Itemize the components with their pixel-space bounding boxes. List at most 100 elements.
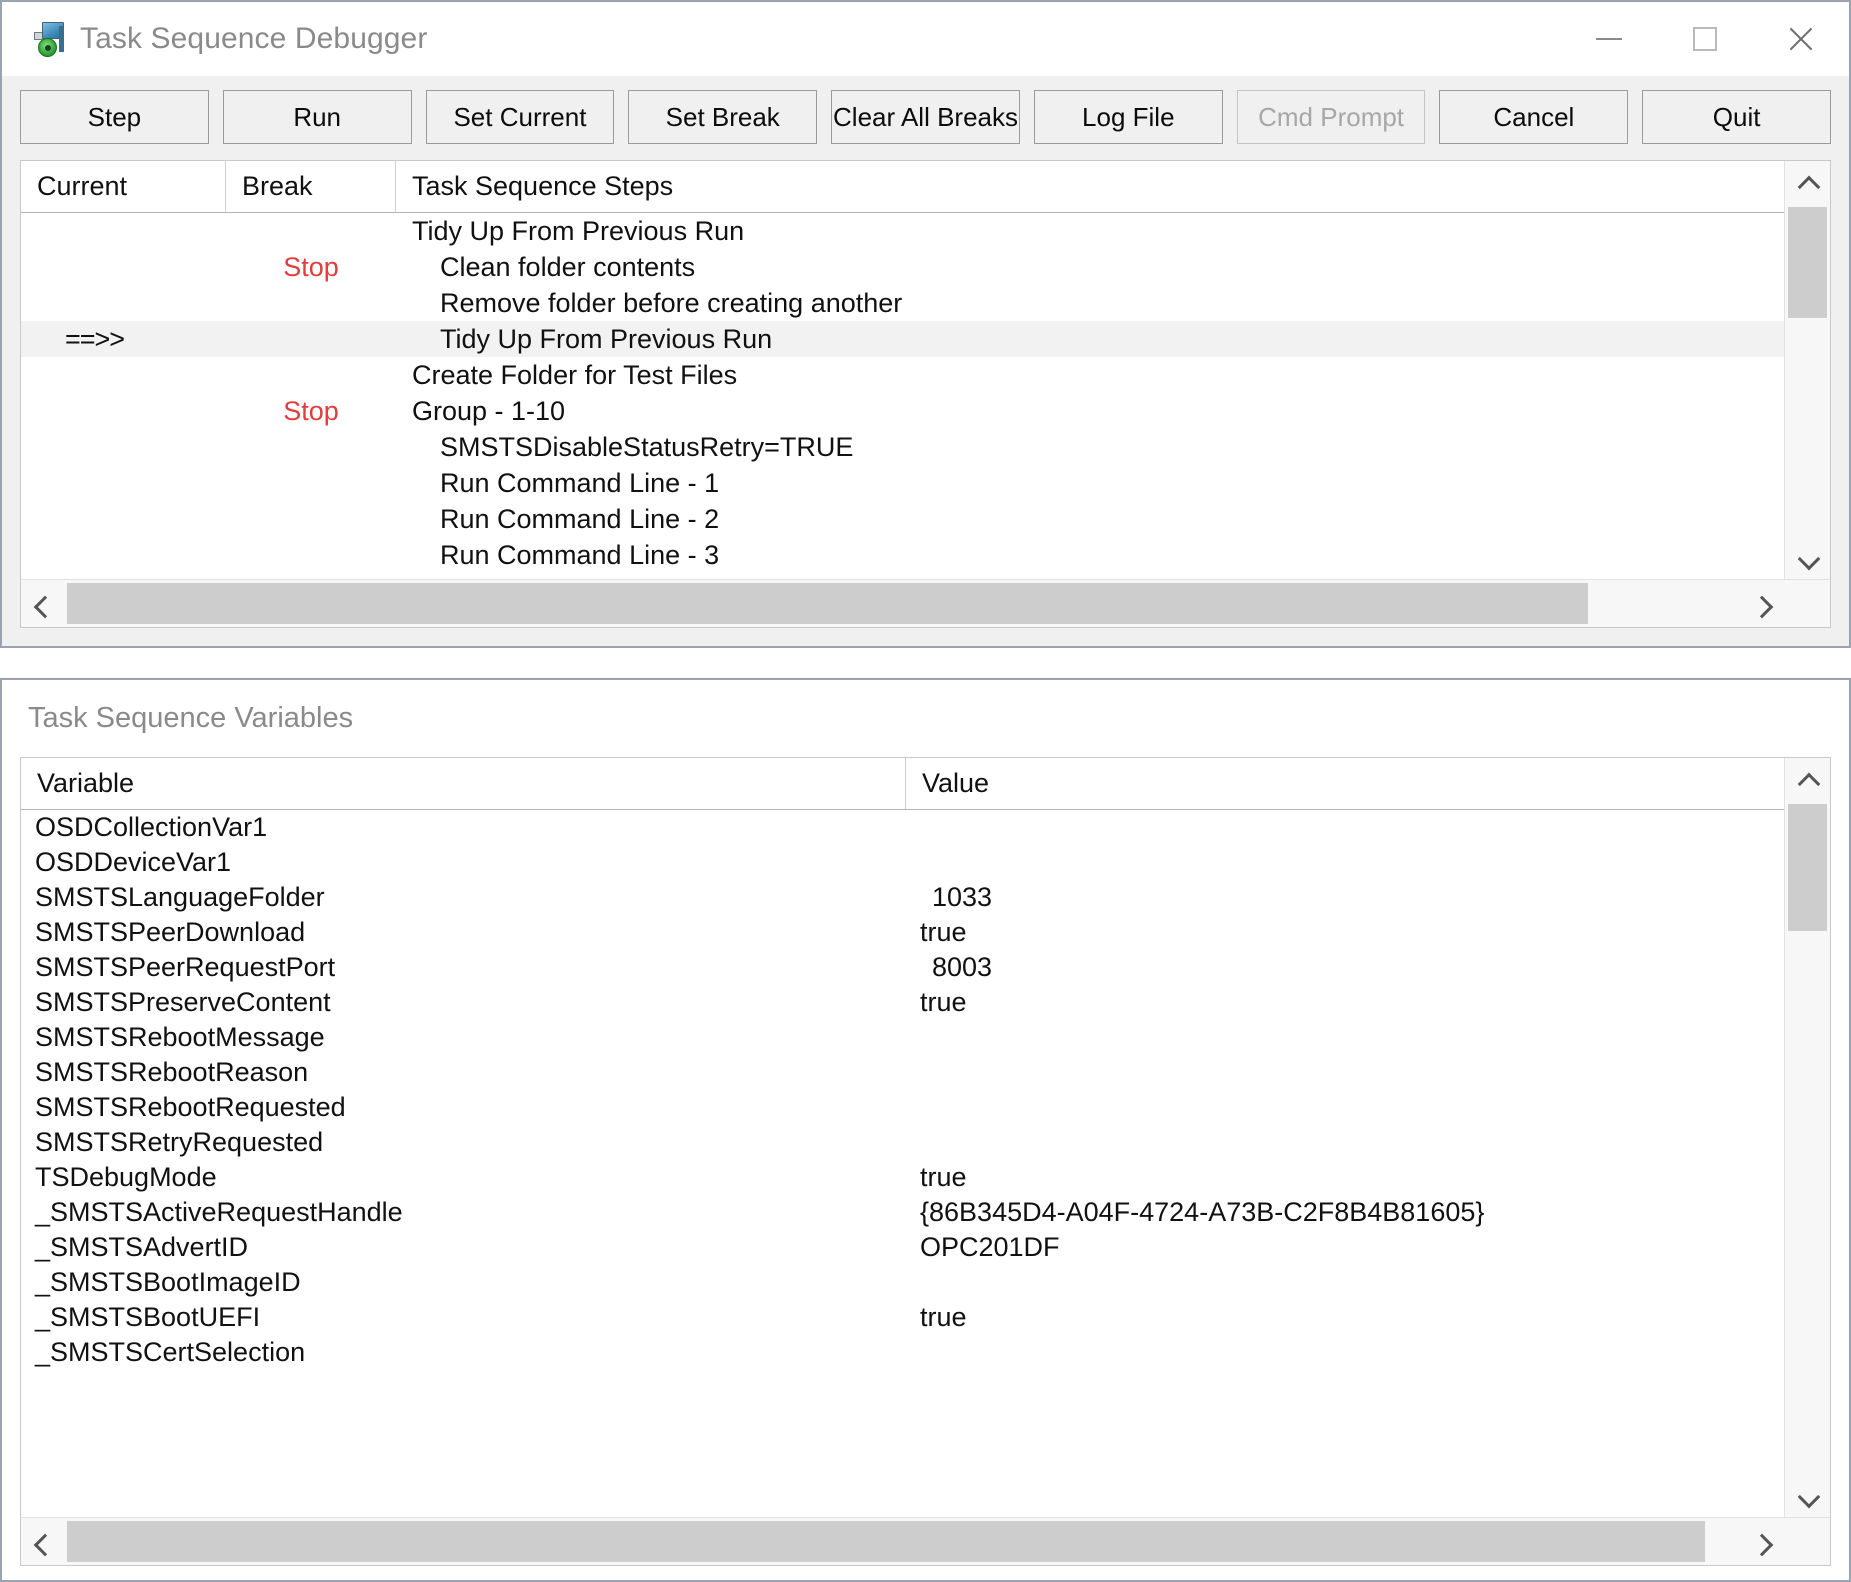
variables-row[interactable]: SMSTSRebootMessage	[21, 1020, 1784, 1055]
steps-cell-break-stop: Stop	[226, 396, 396, 427]
steps-row[interactable]: Run Command Line - 1	[21, 465, 1784, 501]
toolbar-button-run[interactable]: Run	[223, 90, 412, 144]
window-title: Task Sequence Debugger	[80, 22, 427, 56]
variable-value-cell: 8003	[906, 952, 1784, 983]
variables-scroll-down-button[interactable]	[1785, 1471, 1830, 1517]
variables-horizontal-scrollbar[interactable]	[21, 1517, 1830, 1565]
steps-cell-label: Tidy Up From Previous Run	[396, 324, 1784, 355]
variables-row[interactable]: SMSTSLanguageFolder1033	[21, 880, 1784, 915]
steps-cell-label: Group - 1-10	[396, 396, 1784, 427]
title-bar: Task Sequence Debugger	[0, 0, 1851, 76]
variables-scroll-left-button[interactable]	[21, 1518, 67, 1565]
variables-row[interactable]: _SMSTSBootImageID	[21, 1265, 1784, 1300]
steps-scroll-left-button[interactable]	[21, 580, 67, 627]
toolbar-button-quit[interactable]: Quit	[1642, 90, 1831, 144]
steps-row[interactable]: StopClean folder contents	[21, 249, 1784, 285]
variable-value-cell: 1033	[906, 882, 1784, 913]
variable-name-cell: SMSTSPeerDownload	[21, 917, 906, 948]
steps-horizontal-scrollbar[interactable]	[21, 579, 1830, 627]
variables-scroll-up-button[interactable]	[1785, 758, 1830, 804]
variable-name-cell: SMSTSLanguageFolder	[21, 882, 906, 913]
variables-row[interactable]: SMSTSPreserveContenttrue	[21, 985, 1784, 1020]
variable-name-cell: _SMSTSActiveRequestHandle	[21, 1197, 906, 1228]
variables-row[interactable]: SMSTSPeerRequestPort8003	[21, 950, 1784, 985]
variable-name-cell: OSDDeviceVar1	[21, 847, 906, 878]
variables-row[interactable]: _SMSTSAdvertIDOPC201DF	[21, 1230, 1784, 1265]
steps-scroll-down-button[interactable]	[1785, 533, 1830, 579]
variable-value-cell: OPC201DF	[906, 1232, 1784, 1263]
chevron-up-icon	[1797, 173, 1819, 195]
variable-name-cell: OSDCollectionVar1	[21, 812, 906, 843]
steps-cell-label: Run Command Line - 2	[396, 504, 1784, 535]
variables-rows: OSDCollectionVar1OSDDeviceVar1SMSTSLangu…	[21, 810, 1784, 1517]
toolbar-button-step[interactable]: Step	[20, 90, 209, 144]
steps-scroll-right-button[interactable]	[1738, 580, 1784, 627]
steps-row[interactable]: Remove folder before creating another	[21, 285, 1784, 321]
task-sequence-steps-panel: Current Break Task Sequence Steps Tidy U…	[0, 156, 1851, 648]
variables-row[interactable]: SMSTSRebootRequested	[21, 1090, 1784, 1125]
variables-column-header-value[interactable]: Value	[906, 758, 1784, 809]
toolbar-button-set-current[interactable]: Set Current	[426, 90, 615, 144]
steps-row[interactable]: Run Command Line - 2	[21, 501, 1784, 537]
toolbar-button-clear-all-breaks[interactable]: Clear All Breaks	[831, 90, 1020, 144]
toolbar-button-cmd-prompt: Cmd Prompt	[1237, 90, 1426, 144]
steps-cell-break-stop: Stop	[226, 252, 396, 283]
steps-row[interactable]: ==>> Tidy Up From Previous Run	[21, 321, 1784, 357]
variable-value-cell: {86B345D4-A04F-4724-A73B-C2F8B4B81605}	[906, 1197, 1784, 1228]
variable-name-cell: _SMSTSAdvertID	[21, 1232, 906, 1263]
variables-row[interactable]: _SMSTSActiveRequestHandle{86B345D4-A04F-…	[21, 1195, 1784, 1230]
steps-row[interactable]: StopGroup - 1-10	[21, 393, 1784, 429]
close-button[interactable]	[1753, 2, 1849, 76]
variables-row[interactable]: OSDCollectionVar1	[21, 810, 1784, 845]
variables-hscroll-track[interactable]	[67, 1518, 1738, 1565]
variables-row[interactable]: _SMSTSBootUEFItrue	[21, 1300, 1784, 1335]
steps-vscroll-thumb[interactable]	[1788, 207, 1827, 318]
variables-vscroll-thumb[interactable]	[1788, 804, 1827, 931]
steps-vscroll-track[interactable]	[1785, 207, 1830, 533]
minimize-button[interactable]	[1561, 2, 1657, 76]
variable-name-cell: _SMSTSBootUEFI	[21, 1302, 906, 1333]
variables-column-header-variable[interactable]: Variable	[21, 758, 906, 809]
chevron-up-icon	[1797, 770, 1819, 792]
title-bar-left: Task Sequence Debugger	[2, 20, 427, 58]
steps-scroll-up-button[interactable]	[1785, 161, 1830, 207]
variables-row[interactable]: _SMSTSCertSelection	[21, 1335, 1784, 1370]
steps-row[interactable]: SMSTSDisableStatusRetry=TRUE	[21, 429, 1784, 465]
variables-row[interactable]: SMSTSPeerDownloadtrue	[21, 915, 1784, 950]
variables-hscroll-thumb[interactable]	[67, 1521, 1705, 1562]
steps-cell-label: Run Command Line - 1	[396, 468, 1784, 499]
maximize-button[interactable]	[1657, 2, 1753, 76]
steps-vertical-scrollbar[interactable]	[1784, 161, 1830, 579]
variables-row[interactable]: TSDebugModetrue	[21, 1160, 1784, 1195]
toolbar-button-set-break[interactable]: Set Break	[628, 90, 817, 144]
steps-hscroll-thumb[interactable]	[67, 583, 1588, 624]
toolbar-button-cancel[interactable]: Cancel	[1439, 90, 1628, 144]
steps-hscroll-track[interactable]	[67, 580, 1738, 627]
variables-panel-caption: Task Sequence Variables	[20, 680, 1831, 757]
variable-value-cell: true	[906, 917, 1784, 948]
variable-name-cell: SMSTSRetryRequested	[21, 1127, 906, 1158]
variables-scroll-right-button[interactable]	[1738, 1518, 1784, 1565]
steps-row[interactable]: Run Command Line - 3	[21, 537, 1784, 573]
variables-row[interactable]: SMSTSRetryRequested	[21, 1125, 1784, 1160]
steps-cell-current: ==>>	[21, 324, 226, 355]
variables-vscroll-track[interactable]	[1785, 804, 1830, 1471]
steps-cell-label: Clean folder contents	[396, 252, 1784, 283]
variable-value-cell: true	[906, 1302, 1784, 1333]
chevron-down-icon	[1797, 1483, 1819, 1505]
steps-row[interactable]: Tidy Up From Previous Run	[21, 213, 1784, 249]
steps-column-headers: Current Break Task Sequence Steps	[21, 161, 1784, 213]
steps-column-header-current[interactable]: Current	[21, 161, 226, 212]
variables-row[interactable]: SMSTSRebootReason	[21, 1055, 1784, 1090]
variables-scroll-corner	[1784, 1518, 1830, 1565]
panel-gap	[0, 648, 1851, 678]
toolbar-button-log-file[interactable]: Log File	[1034, 90, 1223, 144]
variable-name-cell: _SMSTSBootImageID	[21, 1267, 906, 1298]
variables-vertical-scrollbar[interactable]	[1784, 758, 1830, 1517]
variables-row[interactable]: OSDDeviceVar1	[21, 845, 1784, 880]
task-sequence-debugger-icon	[30, 20, 68, 58]
steps-row[interactable]: Create Folder for Test Files	[21, 357, 1784, 393]
steps-cell-label: Tidy Up From Previous Run	[396, 216, 1784, 247]
steps-column-header-break[interactable]: Break	[226, 161, 396, 212]
steps-column-header-steps[interactable]: Task Sequence Steps	[396, 161, 1784, 212]
